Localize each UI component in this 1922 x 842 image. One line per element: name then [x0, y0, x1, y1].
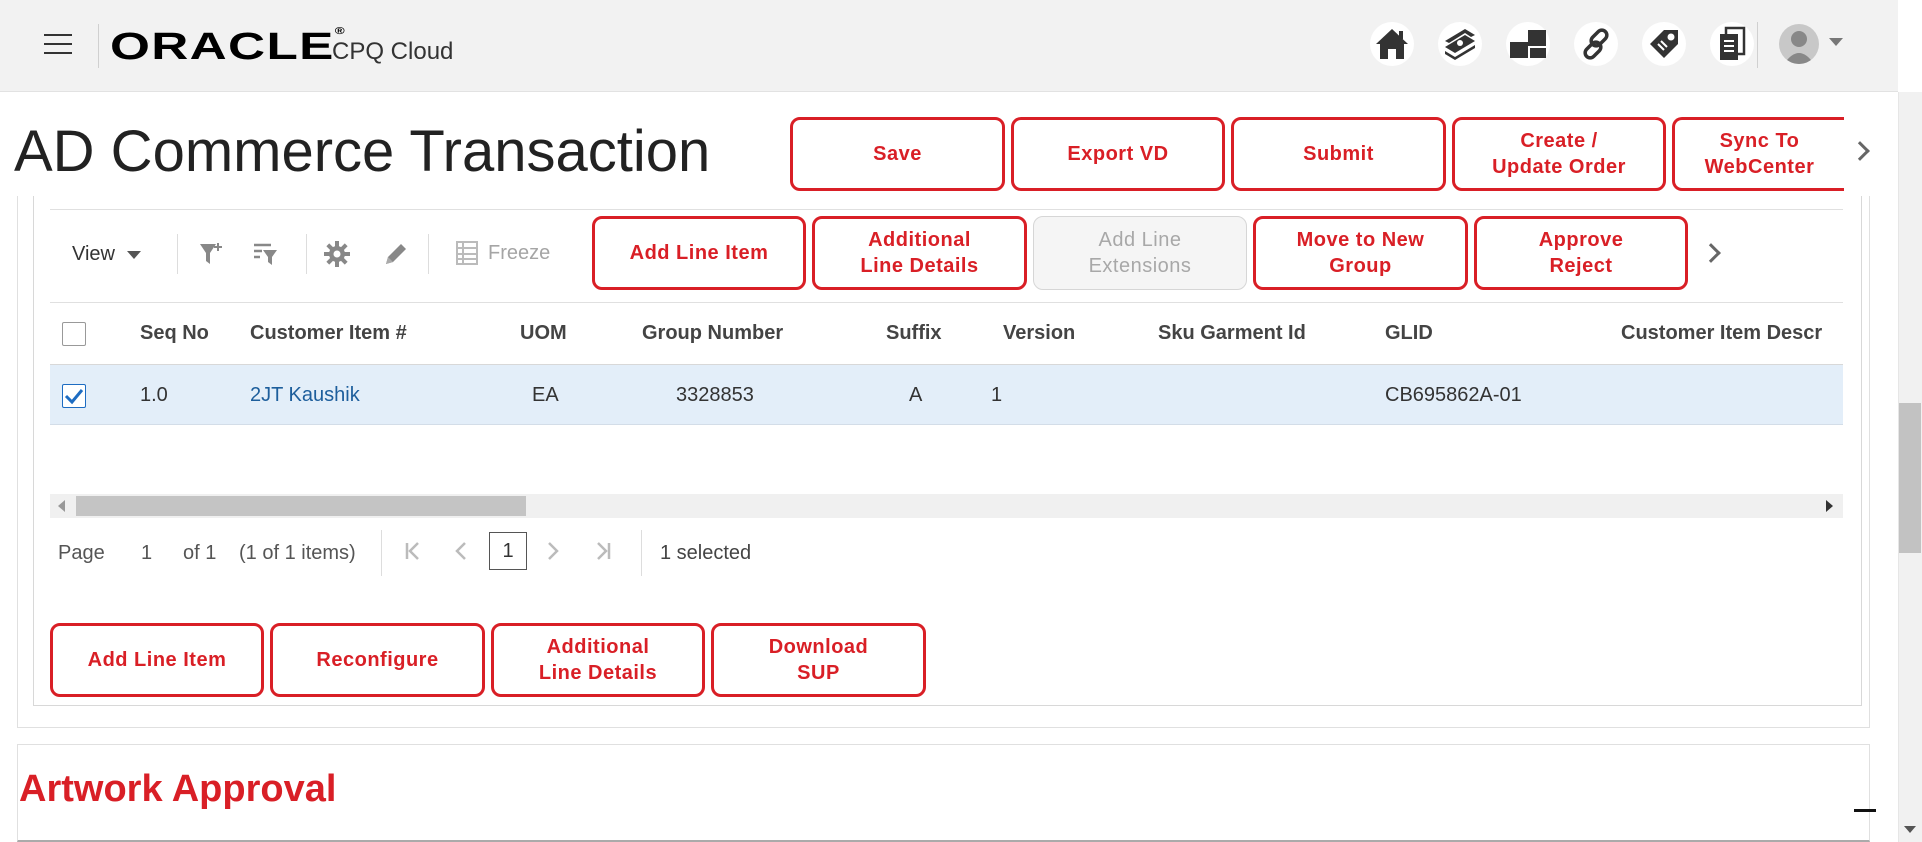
select-all-checkbox[interactable]	[62, 322, 86, 346]
pencil-edit-icon[interactable]	[380, 238, 412, 270]
cell-customer-item-link[interactable]: 2JT Kaushik	[250, 384, 360, 407]
column-header-sku-garment-id[interactable]: Sku Garment Id	[1158, 322, 1306, 345]
freeze-button[interactable]: Freeze	[456, 241, 550, 265]
page-scrollbar-thumb[interactable]	[1899, 403, 1921, 553]
pagination-separator	[381, 530, 382, 576]
pagination-of-total: of 1	[183, 542, 217, 564]
additional-line-details-button[interactable]: Additional Line Details	[812, 216, 1027, 290]
header-icon-bar	[1370, 22, 1754, 66]
hamburger-menu-icon[interactable]	[44, 34, 72, 54]
user-avatar-icon[interactable]	[1779, 24, 1819, 64]
download-sup-button[interactable]: Download SUP	[711, 623, 926, 697]
collapse-section-icon[interactable]	[1854, 809, 1876, 812]
header-divider	[98, 24, 99, 68]
add-filter-icon[interactable]	[195, 238, 227, 270]
toolbar-separator	[428, 234, 429, 274]
last-page-icon[interactable]	[594, 540, 612, 568]
column-header-customer-item[interactable]: Customer Item #	[250, 322, 407, 345]
cell-version: 1	[991, 384, 1003, 406]
header-divider-right	[1757, 22, 1758, 68]
add-line-item-button[interactable]: Add Line Item	[592, 216, 806, 290]
user-menu-caret-icon[interactable]	[1829, 38, 1843, 46]
scroll-down-arrow-icon[interactable]	[1904, 826, 1916, 833]
next-page-icon[interactable]	[546, 540, 560, 568]
toolbar-divider-bottom	[50, 302, 1843, 303]
column-header-suffix[interactable]: Suffix	[886, 322, 942, 345]
add-line-extensions-button[interactable]: Add Line Extensions	[1033, 216, 1247, 290]
pagination-current-page: 1	[141, 542, 153, 564]
save-button[interactable]: Save	[790, 117, 1005, 191]
sync-to-webcenter-button[interactable]: Sync To WebCenter	[1672, 117, 1844, 191]
submit-button[interactable]: Submit	[1231, 117, 1446, 191]
column-header-customer-item-descr[interactable]: Customer Item Descr	[1621, 322, 1843, 345]
pagination-page-label: Page	[58, 542, 105, 564]
filter-list-icon[interactable]	[249, 238, 281, 270]
first-page-icon[interactable]	[404, 540, 422, 568]
create-update-order-button[interactable]: Create / Update Order	[1452, 117, 1666, 191]
column-header-uom[interactable]: UOM	[520, 322, 567, 345]
view-menu-label: View	[72, 243, 115, 265]
cell-suffix: A	[909, 384, 923, 406]
home-icon[interactable]	[1370, 22, 1414, 66]
reconfigure-button[interactable]: Reconfigure	[270, 623, 485, 697]
cell-uom: EA	[532, 384, 559, 406]
freeze-label: Freeze	[488, 241, 551, 264]
documents-icon[interactable]	[1710, 22, 1754, 66]
export-vd-button[interactable]: Export VD	[1011, 117, 1225, 191]
toolbar-divider-top	[50, 209, 1843, 210]
column-header-version[interactable]: Version	[1003, 322, 1075, 345]
toolbar-separator	[177, 234, 178, 274]
approve-reject-button[interactable]: Approve Reject	[1474, 216, 1688, 290]
gear-icon[interactable]	[321, 238, 353, 270]
artwork-approval-title: Artwork Approval	[19, 768, 337, 810]
pagination-separator	[641, 530, 642, 576]
table-scrollbar-thumb[interactable]	[76, 496, 526, 516]
link-icon[interactable]	[1574, 22, 1618, 66]
view-menu-button[interactable]: View	[72, 243, 141, 266]
row-select-checkbox[interactable]	[62, 384, 86, 408]
money-icon[interactable]	[1438, 22, 1482, 66]
page-number-input[interactable]: 1	[489, 532, 527, 570]
cell-group-number: 3328853	[676, 384, 754, 406]
blocks-icon[interactable]	[1506, 22, 1550, 66]
page-title: AD Commerce Transaction	[14, 119, 711, 184]
chevron-down-icon	[127, 250, 141, 259]
move-to-new-group-button[interactable]: Move to New Group	[1253, 216, 1468, 290]
cell-seq-no: 1.0	[140, 384, 168, 406]
cell-glid: CB695862A-01	[1385, 384, 1522, 406]
scroll-left-arrow-icon[interactable]	[58, 500, 65, 512]
product-name: CPQ Cloud	[332, 38, 454, 65]
tag-icon[interactable]	[1642, 22, 1686, 66]
actions-scroll-right-icon[interactable]	[1850, 141, 1870, 161]
freeze-columns-icon	[456, 241, 478, 265]
toolbar-separator	[306, 234, 307, 274]
column-header-seq-no[interactable]: Seq No	[140, 322, 209, 345]
add-line-item-bottom-button[interactable]: Add Line Item	[50, 623, 264, 697]
additional-line-details-bottom-button[interactable]: Additional Line Details	[491, 623, 705, 697]
column-header-glid[interactable]: GLID	[1385, 322, 1433, 345]
column-header-group-number[interactable]: Group Number	[642, 322, 783, 345]
oracle-logo: ORACLE®	[110, 26, 347, 68]
scroll-right-arrow-icon[interactable]	[1826, 500, 1833, 512]
previous-page-icon[interactable]	[454, 540, 468, 568]
pagination-items-count: (1 of 1 items)	[239, 542, 356, 564]
checkmark-icon	[64, 389, 84, 405]
selected-count: 1 selected	[660, 542, 752, 564]
